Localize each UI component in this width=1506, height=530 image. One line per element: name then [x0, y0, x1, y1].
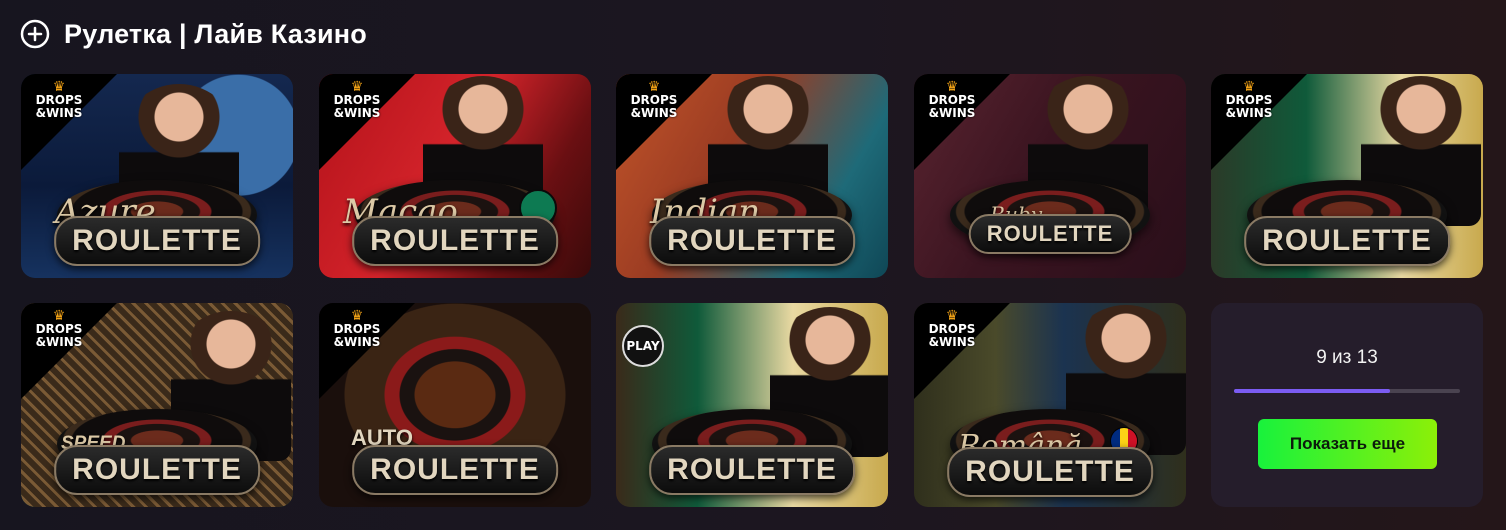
play-badge: PLAY [622, 325, 664, 367]
progress-fill [1234, 389, 1391, 393]
game-tile-roulette[interactable]: ♛ DROPS &WINS ROULETTE [1211, 74, 1483, 278]
game-tile-azure-roulette[interactable]: ♛ DROPS &WINS Azure ROULETTE [21, 74, 293, 278]
game-tile-speed-roulette[interactable]: ♛ DROPS &WINS SPEED ROULETTE [21, 303, 293, 507]
game-tile-play-roulette[interactable]: PLAY ROULETTE [616, 303, 888, 507]
drops-wins-badge: ♛ DROPS &WINS [333, 308, 381, 349]
drops-wins-badge: ♛ DROPS &WINS [1225, 79, 1273, 120]
section-header: Рулетка | Лайв Казино [20, 16, 367, 52]
pagination-panel: 9 из 13 Показать еще [1211, 303, 1483, 507]
game-title: ROULETTE [352, 445, 558, 495]
game-tile-romana-roulette[interactable]: ♛DROPS &WINS Română ROULETTE [914, 303, 1186, 507]
progress-bar [1234, 389, 1460, 393]
pagination-counter: 9 из 13 [1316, 347, 1378, 368]
game-title: ROULETTE [54, 216, 260, 266]
game-title: ROULETTE [649, 216, 855, 266]
drops-wins-badge: ♛ DROPS &WINS [35, 79, 83, 120]
section-title: Рулетка | Лайв Казино [64, 18, 367, 49]
game-tile-macao-roulette[interactable]: ♛ DROPS &WINS Macao ROULETTE [319, 74, 591, 278]
drops-wins-badge: ♛ DROPS &WINS [928, 79, 976, 120]
game-tile-auto-roulette[interactable]: ♛ DROPS &WINS AUTO ROULETTE [319, 303, 591, 507]
game-tile-ruby-roulette[interactable]: ♛DROPS &WINS Ruby ROULETTE [914, 74, 1186, 278]
show-more-button[interactable]: Показать еще [1258, 419, 1437, 469]
add-circle-icon[interactable] [20, 19, 50, 49]
game-title: ROULETTE [54, 445, 260, 495]
game-title: ROULETTE [649, 445, 855, 495]
drops-wins-badge: ♛ DROPS &WINS [333, 79, 381, 120]
drops-wins-badge: ♛ DROPS &WINS [928, 308, 976, 349]
game-title: ROULETTE [1244, 216, 1450, 266]
drops-wins-badge: ♛ DROPS &WINS [630, 79, 678, 120]
drops-wins-badge: ♛ DROPS &WINS [35, 308, 83, 349]
game-tile-indian-roulette[interactable]: ♛ DROPS &WINS Indian ROULETTE [616, 74, 888, 278]
game-title: ROULETTE [352, 216, 558, 266]
game-title: ROULETTE [968, 214, 1132, 254]
game-title: ROULETTE [947, 447, 1153, 497]
